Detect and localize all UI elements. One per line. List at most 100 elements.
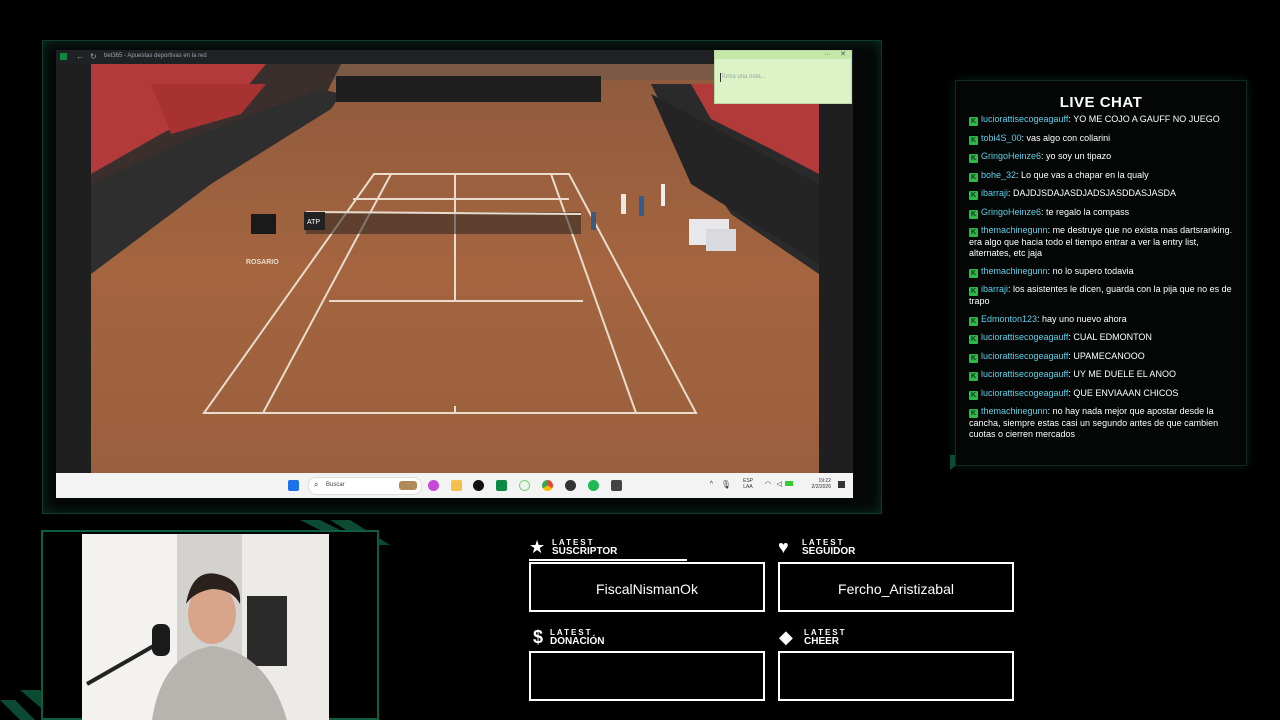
kick-badge-icon: K [969, 228, 978, 237]
sticky-note-window[interactable]: ··· ✕ Toma una nota... [714, 50, 852, 104]
chat-username[interactable]: GringoHeinze6 [981, 151, 1041, 161]
bet365-taskbar-icon[interactable] [496, 480, 507, 491]
latest-type-text: SUSCRIPTOR [552, 546, 618, 557]
divider [529, 559, 687, 561]
chat-message: K Edmonton123: hay uno nuevo ahora [969, 314, 1234, 326]
chat-message: Kluciorattisecogeagauff: YO ME COJO A GA… [969, 114, 1234, 126]
taskbar-search-box[interactable]: ⌕ Buscar [308, 477, 422, 495]
chat-message: K GringoHeinze6: te regalo la compass [969, 207, 1234, 219]
back-arrow-icon[interactable]: ← [76, 52, 84, 62]
copilot-icon[interactable] [428, 480, 439, 491]
volume-icon[interactable]: ◁ [777, 480, 782, 488]
browser-page-title: bet365 - Apuestas deportivas en la red [104, 53, 207, 59]
latest-suscriptor-box: FiscalNismanOk [529, 562, 765, 612]
search-icon: ⌕ [314, 480, 319, 489]
chat-message: Kibarraji: DAJDJSDAJASDJADSJASDDASJASDA [969, 188, 1234, 200]
live-chat-title: LIVE CHAT [1059, 94, 1143, 111]
chat-text: : QUE ENVIAAAN CHICOS [1068, 387, 1179, 398]
reload-icon[interactable]: ↻ [90, 52, 97, 62]
chat-text: : te regalo la compass [1041, 206, 1130, 217]
chat-username[interactable]: luciorattisecogeagauff [981, 114, 1068, 124]
chevron-up-icon[interactable]: ^ [710, 481, 713, 488]
tiktok-icon[interactable] [473, 480, 484, 491]
whatsapp-icon[interactable] [519, 480, 530, 491]
chat-username[interactable]: themachinegunn [981, 266, 1048, 276]
heart-icon: ♥ [778, 537, 789, 557]
chat-username[interactable]: luciorattisecogeagauff [981, 332, 1068, 342]
chat-username[interactable]: themachinegunn [981, 225, 1048, 235]
chat-text: : los asistentes le dicen, guarda con la… [969, 284, 1232, 306]
dollar-icon: $ [533, 627, 544, 647]
chat-username[interactable]: GringoHeinze6 [981, 207, 1041, 217]
chrome-icon[interactable] [542, 480, 553, 491]
chat-message: Kibarraji: los asistentes le dicen, guar… [969, 284, 1234, 307]
chat-message: K GringoHeinze6: yo soy un tipazo [969, 151, 1234, 163]
chat-username[interactable]: Edmonton123 [981, 314, 1037, 324]
search-highlight-image [399, 481, 417, 490]
microphone-icon[interactable]: 🎙 [721, 480, 731, 489]
chat-text: : UPAMECANOOO [1068, 350, 1145, 361]
chat-username[interactable]: themachinegunn [981, 406, 1048, 416]
kick-badge-icon: K [969, 209, 978, 219]
latest-seguidor-label: LATEST SEGUIDOR [802, 538, 856, 557]
app-taskbar-icon[interactable] [611, 480, 622, 491]
latest-seguidor-value: Fercho_Aristizabal [838, 581, 954, 597]
start-menu-icon[interactable] [288, 480, 299, 491]
chat-message: Kluciorattisecogeagauff: UPAMECANOOO [969, 351, 1234, 363]
net-brand-text: ATP [307, 219, 320, 226]
tennis-match-stream: ATP ROSARIO [91, 64, 819, 473]
sticky-note-close-icon[interactable]: ✕ [840, 51, 846, 59]
chat-message: Kluciorattisecogeagauff: UY ME DUELE EL … [969, 369, 1234, 381]
latest-suscriptor-label: LATEST SUSCRIPTOR [552, 538, 618, 557]
chat-text: : no lo supero todavia [1047, 265, 1134, 276]
sticky-note-titlebar: ··· ✕ [715, 51, 851, 59]
clock-date: 2/2/2026 [811, 484, 831, 490]
kick-badge-icon: K [969, 191, 978, 200]
star-icon: ★ [529, 537, 546, 557]
latest-donacion-label: LATEST DONACIÓN [550, 628, 604, 647]
obs-icon[interactable] [565, 480, 576, 491]
chat-username[interactable]: ibarraji [981, 284, 1008, 294]
keyboard-layout: LAA [743, 484, 753, 490]
chat-text: : DAJDJSDAJASDJADSJASDDASJASDA [1008, 188, 1177, 198]
chat-username[interactable]: ibarraji [981, 188, 1008, 198]
chat-message: Kthemachinegunn: no hay nada mejor que a… [969, 406, 1234, 440]
chat-message: Kthemachinegunn: me destruye que no exis… [969, 225, 1234, 259]
chat-username[interactable]: luciorattisecogeagauff [981, 369, 1068, 379]
kick-badge-icon: K [969, 372, 978, 381]
taskbar-search-label: Buscar [326, 482, 345, 488]
court-sponsor-text: ROSARIO [246, 259, 279, 266]
kick-badge-icon: K [969, 154, 978, 163]
diamond-icon: ◆ [779, 627, 793, 647]
file-explorer-icon[interactable] [451, 480, 462, 491]
chat-text: : YO ME COJO A GAUFF NO JUEGO [1068, 114, 1220, 124]
spotify-icon[interactable] [588, 480, 599, 491]
chat-message: Kluciorattisecogeagauff: QUE ENVIAAAN CH… [969, 388, 1234, 400]
kick-badge-icon: K [969, 117, 978, 126]
wifi-icon[interactable]: ◠ [765, 480, 771, 488]
battery-icon[interactable] [785, 481, 793, 486]
kick-badge-icon: K [969, 135, 978, 145]
chat-username[interactable]: luciorattisecogeagauff [981, 388, 1068, 398]
kick-badge-icon: K [969, 353, 978, 363]
sticky-note-input[interactable]: Toma una nota... [721, 74, 766, 80]
kick-badge-icon: K [969, 409, 978, 418]
taskbar-clock[interactable]: 19:22 2/2/2026 [812, 478, 831, 490]
chat-text: : UY ME DUELE EL ANOO [1068, 369, 1176, 379]
webcam-feed [82, 534, 329, 720]
latest-seguidor-box: Fercho_Aristizabal [778, 562, 1014, 612]
chat-username[interactable]: bohe_32 [981, 170, 1016, 180]
latest-type-text: SEGUIDOR [802, 546, 856, 557]
chat-message: Ktobi4S_00: vas algo con collarini [969, 133, 1234, 145]
chat-username[interactable]: luciorattisecogeagauff [981, 351, 1068, 361]
chat-username[interactable]: tobi4S_00 [981, 133, 1022, 143]
latest-type-text: CHEER [804, 636, 840, 647]
sticky-note-menu-icon[interactable]: ··· [824, 51, 831, 59]
language-indicator[interactable]: ESP LAA [743, 478, 753, 490]
browser-window: ← ↻ bet365 - Apuestas deportivas en la r… [56, 50, 853, 498]
chat-text: : hay uno nuevo ahora [1037, 313, 1127, 324]
notifications-icon[interactable] [838, 481, 845, 488]
kick-badge-icon: K [969, 287, 978, 296]
bet365-favicon-icon [60, 53, 67, 60]
chat-text: : yo soy un tipazo [1041, 151, 1112, 161]
